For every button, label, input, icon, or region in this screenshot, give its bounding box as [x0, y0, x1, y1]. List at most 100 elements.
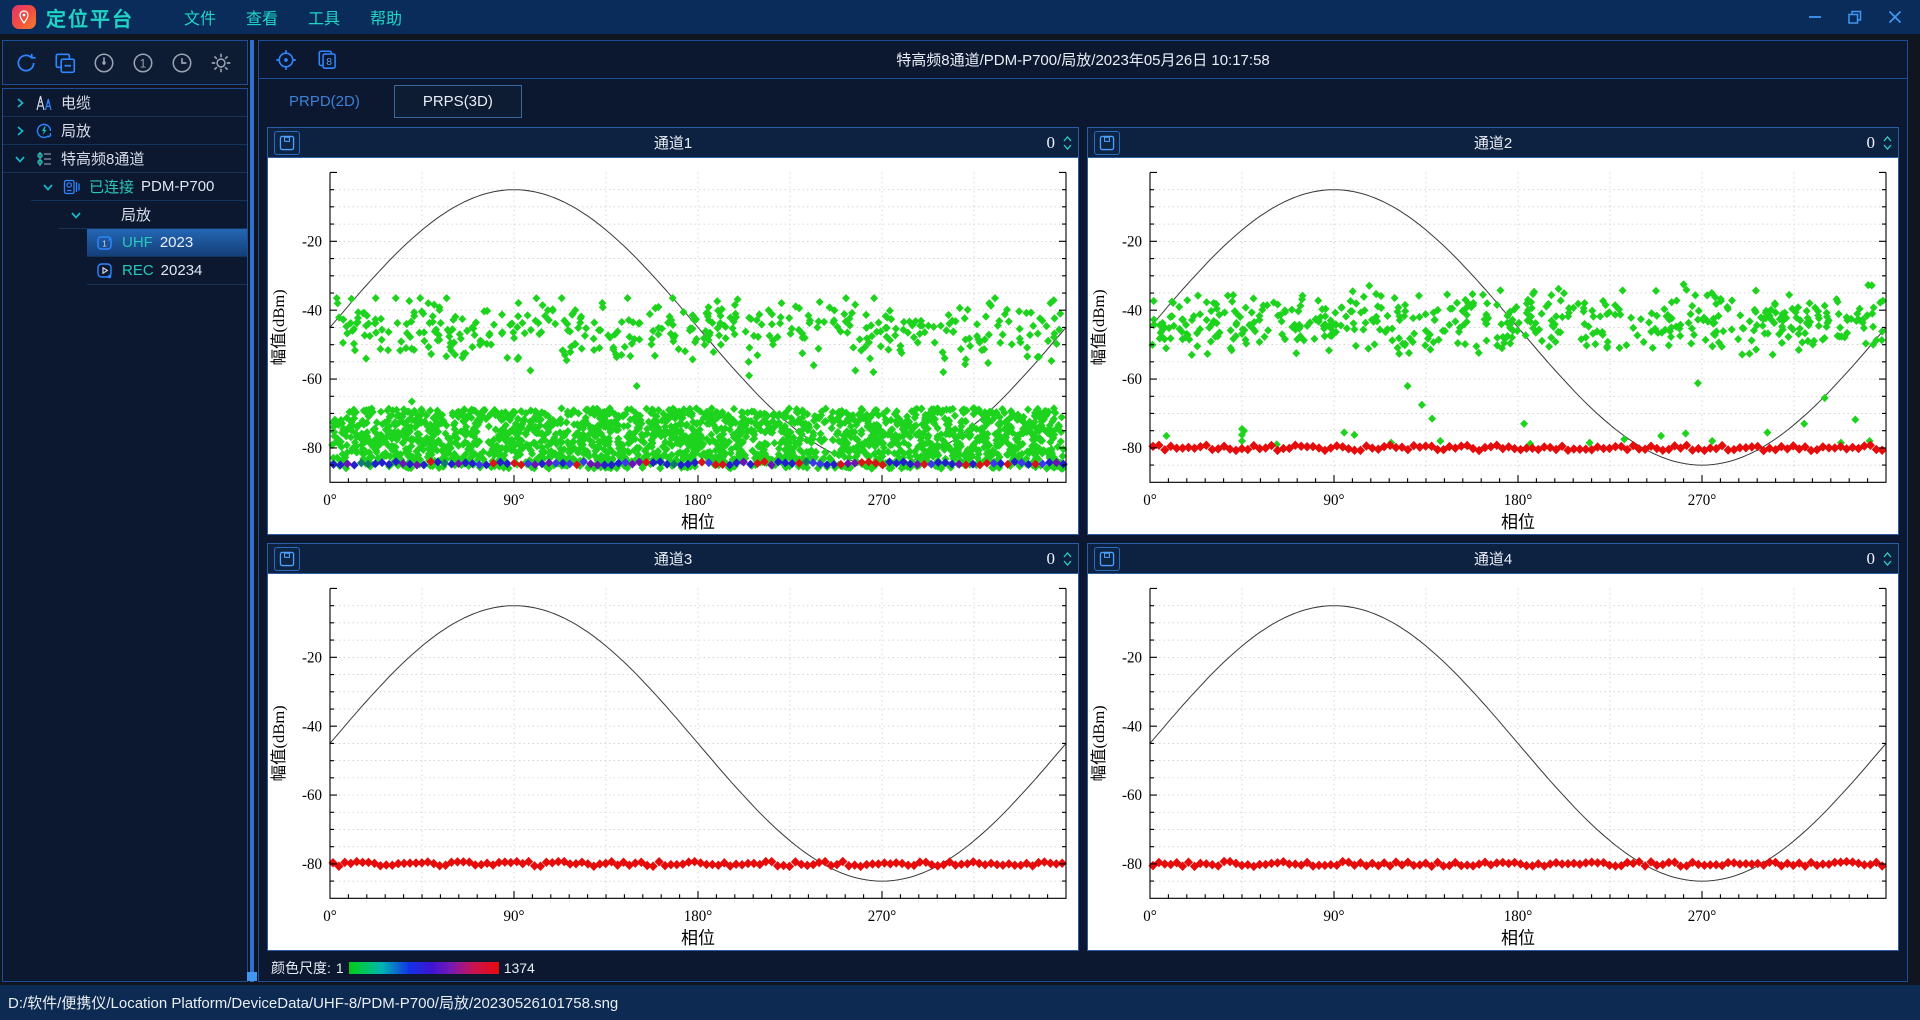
menu-tools[interactable]: 工具 — [300, 1, 348, 33]
pulse-count-spinner[interactable]: 0 — [1047, 549, 1073, 569]
prpd-chart-channel-4: -20 -40 -60 -80 0° 90° 180° 270° 相位 幅值(dBm) — [1088, 574, 1898, 950]
channel-panel-4: 通道4 0 -20 -40 -60 -80 0° 90° 180° 270° 相位 幅值(dBm) — [1087, 543, 1899, 951]
tree-label: 局放 — [61, 123, 92, 140]
svg-text:幅值(dBm): 幅值(dBm) — [270, 705, 288, 781]
spinner-up-icon[interactable] — [1883, 551, 1892, 558]
cable-tower-icon — [36, 95, 52, 110]
tree-item-device[interactable]: 已连接 PDM-P700 — [31, 173, 247, 200]
pulse-count-spinner[interactable]: 0 — [1047, 133, 1073, 153]
pulse-count-spinner[interactable]: 0 — [1867, 549, 1893, 569]
chevron-down-icon[interactable] — [69, 208, 83, 222]
titlebar: 定位平台 文件 查看 工具 帮助 — [0, 0, 1920, 34]
svg-text:-60: -60 — [1122, 371, 1142, 388]
channels-icon — [37, 151, 51, 166]
channel-title: 通道1 — [653, 135, 693, 152]
sidebar: 1 电缆 局放 特高频8通道 已连接 PDM-P700 局放 1 UHF 202… — [2, 40, 248, 982]
tree-item-uhf-record[interactable]: 1 UHF 2023 — [87, 229, 247, 256]
uhf-loop-icon: 1 — [97, 235, 112, 250]
restore-button[interactable] — [1842, 6, 1868, 28]
prpd-chart-channel-1: -20 -40 -60 -80 0° 90° 180° 270° 相位 幅值(dBm) — [268, 158, 1078, 534]
svg-text:270°: 270° — [1688, 908, 1716, 925]
window-copy-icon[interactable] — [50, 48, 80, 78]
spinner-down-icon[interactable] — [1883, 144, 1892, 150]
app-logo-icon — [12, 5, 36, 29]
menubar: 文件 查看 工具 帮助 — [176, 1, 410, 33]
svg-text:-80: -80 — [302, 856, 322, 873]
close-button[interactable] — [1882, 6, 1908, 28]
channel-title: 通道4 — [1473, 551, 1513, 568]
main-header: 8 特高频8通道/PDM-P700/局放/2023年05月26日 10:17:5… — [259, 41, 1907, 79]
save-icon[interactable] — [274, 546, 300, 571]
svg-text:90°: 90° — [1324, 908, 1345, 925]
tree-item-cable[interactable]: 电缆 — [3, 89, 247, 116]
layers-8-icon[interactable]: 8 — [313, 45, 343, 75]
channel-title: 通道3 — [653, 551, 693, 568]
one-circle-icon[interactable]: 1 — [128, 48, 158, 78]
tree-label: 电缆 — [61, 95, 92, 112]
pulse-count-spinner[interactable]: 0 — [1867, 133, 1893, 153]
chevron-down-icon[interactable] — [41, 180, 55, 194]
prpd-chart-channel-2: -20 -40 -60 -80 0° 90° 180° 270° 相位 幅值(dBm) — [1088, 158, 1898, 534]
svg-text:相位: 相位 — [1501, 929, 1535, 948]
svg-text:-20: -20 — [1122, 233, 1142, 250]
spinner-down-icon[interactable] — [1883, 560, 1892, 566]
main-panel: 8 特高频8通道/PDM-P700/局放/2023年05月26日 10:17:5… — [258, 40, 1908, 982]
tree-item-pd-child[interactable]: 局放 — [59, 201, 247, 228]
tree-item-rec-record[interactable]: REC 20234 — [87, 257, 247, 284]
svg-text:270°: 270° — [1688, 492, 1716, 509]
gauge-icon[interactable] — [89, 48, 119, 78]
record-type: REC — [122, 262, 154, 279]
pulse-count-value: 0 — [1046, 132, 1056, 152]
pulse-count-value: 0 — [1866, 548, 1876, 568]
spinner-up-icon[interactable] — [1063, 135, 1072, 142]
spinner-up-icon[interactable] — [1883, 135, 1892, 142]
breadcrumb-title: 特高频8通道/PDM-P700/局放/2023年05月26日 10:17:58 — [896, 52, 1270, 69]
color-scale-min: 1 — [335, 960, 344, 976]
file-path: D:/软件/便携仪/Location Platform/DeviceData/U… — [8, 995, 619, 1012]
svg-text:1: 1 — [102, 238, 107, 248]
svg-text:0°: 0° — [323, 908, 336, 925]
menu-help[interactable]: 帮助 — [362, 1, 410, 33]
channel-panel-1: 通道1 0 -20 -40 -60 -80 0° 90° 180° 270° 相位 幅值(dBm) — [267, 127, 1079, 535]
tree-item-uhf8[interactable]: 特高频8通道 — [3, 145, 247, 172]
svg-text:相位: 相位 — [1501, 513, 1535, 532]
save-icon[interactable] — [274, 130, 300, 155]
channel-title: 通道2 — [1473, 135, 1513, 152]
minimize-button[interactable] — [1802, 6, 1828, 28]
channel-panel-3: 通道3 0 -20 -40 -60 -80 0° 90° 180° 270° 相位 幅值(dBm) — [267, 543, 1079, 951]
sidebar-toolbar: 1 — [2, 40, 248, 85]
device-meter-icon — [63, 179, 80, 194]
clock-icon[interactable] — [167, 48, 197, 78]
save-icon[interactable] — [1094, 130, 1120, 155]
menu-file[interactable]: 文件 — [176, 1, 224, 33]
refresh-icon[interactable] — [11, 48, 41, 78]
color-scale-max: 1374 — [503, 960, 535, 976]
svg-text:-60: -60 — [302, 787, 322, 804]
pulse-count-value: 0 — [1046, 548, 1056, 568]
save-icon[interactable] — [1094, 546, 1120, 571]
spinner-down-icon[interactable] — [1063, 560, 1072, 566]
chevron-right-icon[interactable] — [13, 96, 27, 110]
tab-prpd-2d[interactable]: PRPD(2D) — [289, 93, 360, 110]
tree-item-pd[interactable]: 局放 — [3, 117, 247, 144]
spinner-up-icon[interactable] — [1063, 551, 1072, 558]
splitter-handle[interactable] — [250, 40, 254, 982]
chevron-right-icon[interactable] — [13, 124, 27, 138]
svg-text:幅值(dBm): 幅值(dBm) — [270, 289, 288, 365]
menu-view[interactable]: 查看 — [238, 1, 286, 33]
gear-icon[interactable] — [206, 48, 236, 78]
prpd-chart-channel-3: -20 -40 -60 -80 0° 90° 180° 270° 相位 幅值(dBm) — [268, 574, 1078, 950]
record-type: UHF — [122, 234, 153, 251]
view-tabs: PRPD(2D) PRPS(3D) — [259, 79, 1907, 123]
chevron-down-icon[interactable] — [13, 152, 27, 166]
svg-text:幅值(dBm): 幅值(dBm) — [1090, 289, 1108, 365]
spinner-down-icon[interactable] — [1063, 144, 1072, 150]
tree-label: 局放 — [121, 207, 152, 224]
svg-text:-60: -60 — [1122, 787, 1142, 804]
svg-text:90°: 90° — [504, 492, 525, 509]
tab-prps-3d[interactable]: PRPS(3D) — [393, 84, 522, 118]
svg-text:-40: -40 — [1122, 718, 1142, 735]
target-icon[interactable] — [271, 45, 301, 75]
splitter-grip[interactable] — [247, 972, 257, 981]
svg-text:相位: 相位 — [681, 513, 715, 532]
